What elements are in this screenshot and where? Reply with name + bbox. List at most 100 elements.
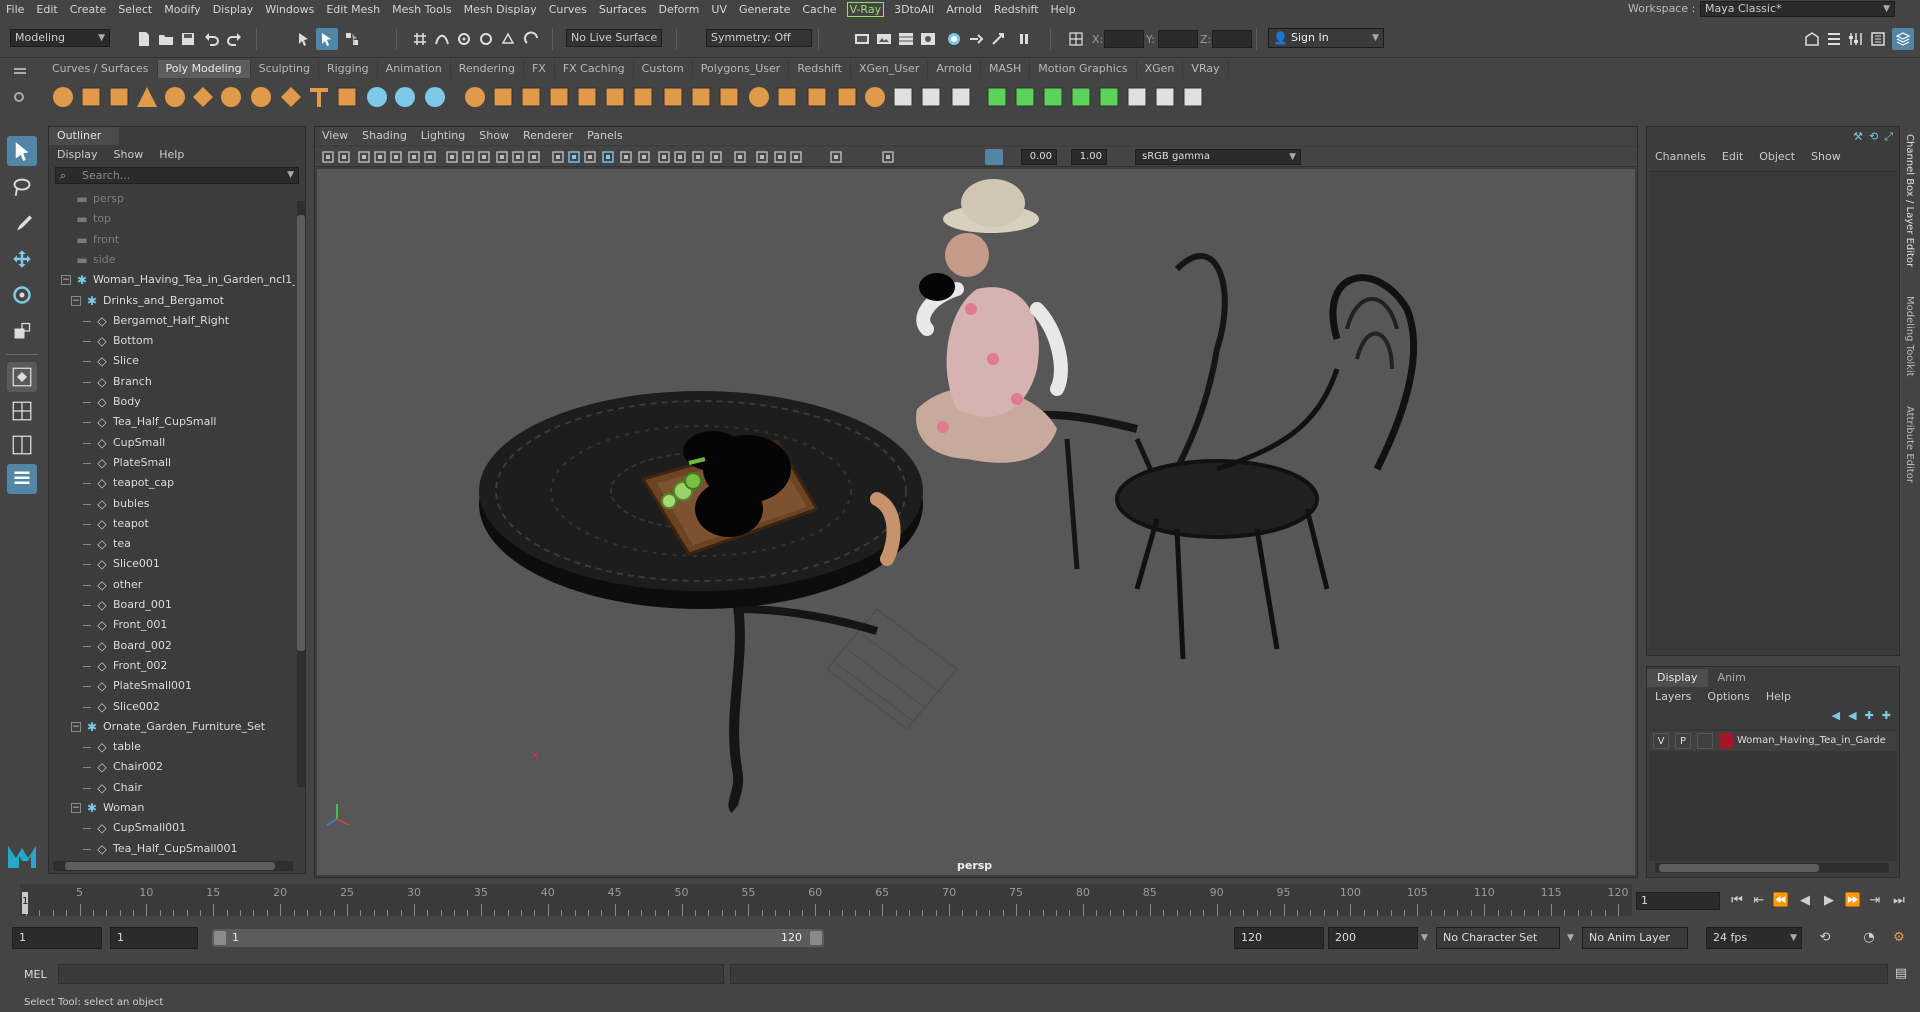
new-scene-icon[interactable] <box>136 31 152 47</box>
layer-visibility-toggle[interactable]: V <box>1653 733 1669 749</box>
script-editor-icon[interactable]: ▤ <box>1892 965 1910 983</box>
sculpt-icon[interactable] <box>890 84 916 110</box>
color-management-button[interactable] <box>985 149 1003 165</box>
extract-icon[interactable] <box>462 84 488 110</box>
shelf-tab-rendering[interactable]: Rendering <box>451 60 524 78</box>
super-shape-icon[interactable] <box>278 84 304 110</box>
cube-icon[interactable] <box>78 84 104 110</box>
outliner-item[interactable]: ◇ Board_001 <box>49 595 295 615</box>
open-scene-icon[interactable] <box>158 31 174 47</box>
outliner-item[interactable]: − ✱ Drinks_and_Bergamot <box>49 291 295 311</box>
scale-tool-button[interactable] <box>7 316 37 346</box>
shelf-tab-xgen[interactable]: XGen <box>1137 60 1184 78</box>
outliner-item[interactable]: ▬ persp <box>49 189 295 209</box>
outliner-item[interactable]: ◇ teapot <box>49 514 295 534</box>
tool-settings-icon[interactable] <box>1848 31 1864 47</box>
layer-editor-menu-layers[interactable]: Layers <box>1647 689 1699 705</box>
go-to-end-button[interactable]: ⏭ <box>1890 892 1908 910</box>
plane-icon[interactable] <box>190 84 216 110</box>
shelf-tab-curves-surfaces[interactable]: Curves / Surfaces <box>44 60 158 78</box>
outliner-item[interactable]: ◇ tea <box>49 534 295 554</box>
shelf-tab-motion-graphics[interactable]: Motion Graphics <box>1030 60 1137 78</box>
gate-mask-icon[interactable] <box>477 150 491 164</box>
select-camera-icon[interactable] <box>321 150 335 164</box>
transform-input-icon[interactable] <box>1068 31 1084 47</box>
ipr-render-icon[interactable] <box>946 31 962 47</box>
outliner-item[interactable]: ◇ Bottom <box>49 331 295 351</box>
channel-box-toggle-button[interactable] <box>1892 28 1914 50</box>
shelf-tab-mash[interactable]: MASH <box>981 60 1031 78</box>
loop-icon[interactable]: ⟲ <box>1816 929 1834 947</box>
mel-command-input[interactable] <box>58 964 724 984</box>
collapse-icon[interactable] <box>688 84 714 110</box>
playback-start-field[interactable]: 1 <box>110 927 198 949</box>
outliner-item[interactable]: ◇ PlateSmall <box>49 453 295 473</box>
link-icon[interactable]: ⟲ <box>1869 130 1878 144</box>
playback-end-field[interactable]: 120 <box>1234 927 1324 949</box>
menu-curves[interactable]: Curves <box>543 3 593 16</box>
play-backwards-button[interactable]: ◀ <box>1796 892 1814 910</box>
outliner-item[interactable]: − ✱ Ornate_Garden_Furniture_Set <box>49 717 295 737</box>
screen-space-ao-icon[interactable] <box>657 150 671 164</box>
live-surface-field[interactable]: No Live Surface <box>566 29 662 47</box>
unfold-icon[interactable] <box>1180 84 1206 110</box>
spherical-mapping-icon[interactable] <box>1068 84 1094 110</box>
menu-edit-mesh[interactable]: Edit Mesh <box>320 3 386 16</box>
hypershade-icon[interactable] <box>920 31 936 47</box>
outliner-search-input[interactable]: ⌕ Search... ▼ <box>55 167 299 184</box>
channel-box-icon[interactable] <box>1870 31 1886 47</box>
layer-editor-tab-display[interactable]: Display <box>1647 669 1708 687</box>
time-ruler[interactable]: 5 10 15 20 25 30 35 40 45 50 55 60 65 70 75 80 85 90 95 100… <box>20 884 1632 916</box>
mirror-icon[interactable] <box>518 84 544 110</box>
shelf-tab-redshift[interactable]: Redshift <box>789 60 851 78</box>
select-tool-button[interactable] <box>7 136 37 166</box>
single-perspective-view-button[interactable] <box>7 362 37 392</box>
save-scene-icon[interactable] <box>180 31 196 47</box>
expand-icon[interactable]: ⤢ <box>1884 130 1893 144</box>
2d-pan-zoom-icon[interactable] <box>389 150 403 164</box>
outliner-menu-display[interactable]: Display <box>49 147 106 163</box>
safe-title-icon[interactable] <box>527 150 541 164</box>
image-plane-icon[interactable] <box>373 150 387 164</box>
select-by-object-button[interactable] <box>316 28 338 50</box>
shelf-options[interactable] <box>14 66 30 116</box>
scrollbar-thumb[interactable] <box>297 215 305 651</box>
attribute-editor-icon[interactable] <box>1826 31 1842 47</box>
outliner-item[interactable]: ◇ Branch <box>49 372 295 392</box>
step-forward-key-button[interactable]: ⇥ <box>1866 892 1884 910</box>
workspace-select[interactable]: Maya Classic* ▼ <box>1700 1 1895 17</box>
outliner-item[interactable]: ◇ Slice002 <box>49 697 295 717</box>
character-set-select[interactable]: ▼ No Character Set <box>1421 927 1560 949</box>
outliner-menu-show[interactable]: Show <box>106 147 152 163</box>
symmetry-field[interactable]: Symmetry: Off <box>706 29 812 47</box>
render-target-icon[interactable] <box>990 31 1006 47</box>
expand-toggle-icon[interactable]: − <box>61 275 71 286</box>
shelf-tab-fx-caching[interactable]: FX Caching <box>555 60 634 78</box>
outliner-item[interactable]: ◇ Tea_Half_CupSmall <box>49 412 295 432</box>
outliner-item[interactable]: ◇ Body <box>49 392 295 412</box>
viewport-canvas[interactable]: ✕ persp <box>317 169 1635 875</box>
shelf-tab-sculpting[interactable]: Sculpting <box>251 60 319 78</box>
play-forwards-button[interactable]: ▶ <box>1820 892 1838 910</box>
range-start-handle[interactable] <box>214 931 226 945</box>
step-forward-frame-button[interactable]: ⏩ <box>1844 892 1862 910</box>
boolean-icon[interactable] <box>490 84 516 110</box>
outliner-vertical-scrollbar[interactable] <box>297 201 305 787</box>
svg-icon[interactable] <box>334 84 360 110</box>
exposure-field[interactable]: 0.00 <box>1021 149 1057 165</box>
snap-to-point-icon[interactable] <box>456 31 472 47</box>
move-layer-up-icon[interactable]: ◀ <box>1832 709 1840 722</box>
shelf-tab-rigging[interactable]: Rigging <box>319 60 378 78</box>
sphere-icon[interactable] <box>50 84 76 110</box>
snap-to-grid-icon[interactable] <box>412 31 428 47</box>
new-layer-icon[interactable]: ✚ <box>1865 709 1874 722</box>
scrollbar-thumb[interactable] <box>1659 864 1819 872</box>
animation-preferences-icon[interactable]: ⚙ <box>1890 929 1908 947</box>
sign-in-button[interactable]: 👤 Sign In ▼ <box>1268 28 1384 48</box>
outliner-item[interactable]: ◇ Tea_Half_CupSmall001 <box>49 839 295 855</box>
insert-edge-loop-icon[interactable] <box>918 84 944 110</box>
wireframe-icon[interactable] <box>551 150 565 164</box>
redo-icon[interactable] <box>226 31 242 47</box>
camera-attributes-icon[interactable] <box>337 150 351 164</box>
depth-of-field-icon[interactable] <box>709 150 723 164</box>
